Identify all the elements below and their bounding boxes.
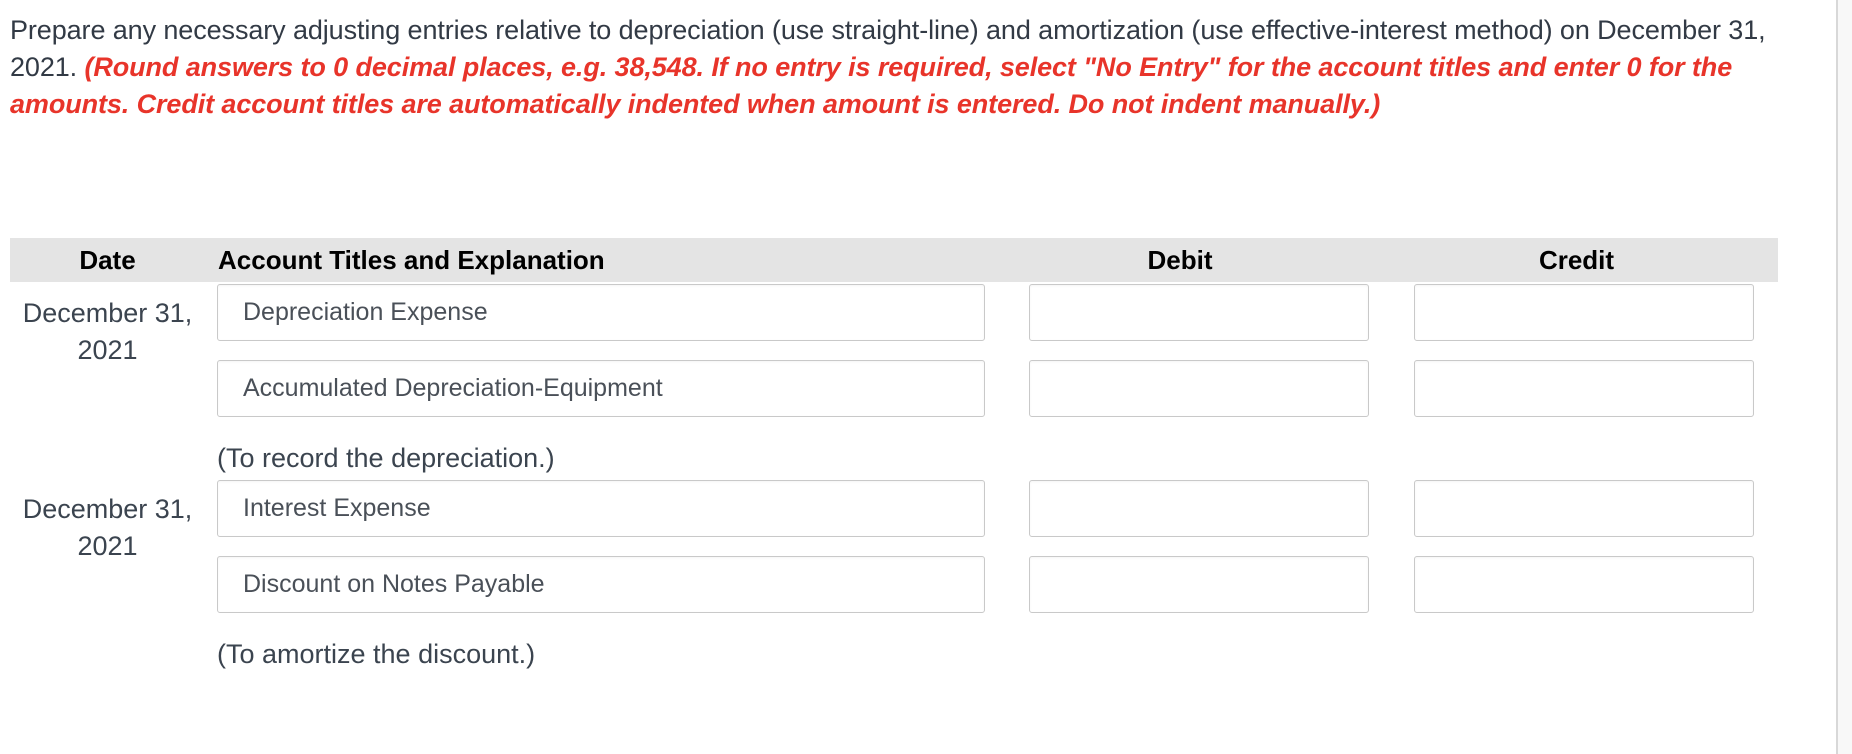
debit-amount-input[interactable] xyxy=(1029,360,1369,417)
table-row: Discount on Notes Payable xyxy=(205,556,1778,613)
table-row: Interest Expense xyxy=(205,480,1778,537)
table-header-row: Date Account Titles and Explanation Debi… xyxy=(10,238,1778,282)
table-row: Accumulated Depreciation-Equipment xyxy=(205,360,1778,417)
column-header-date: Date xyxy=(79,245,136,275)
table-body: December 31, 2021 Depreciation Expense A… xyxy=(10,282,1778,676)
credit-amount-input[interactable] xyxy=(1414,360,1754,417)
entry-lines: Depreciation Expense Accumulated Depreci… xyxy=(205,284,1778,480)
table-row: Depreciation Expense xyxy=(205,284,1778,341)
account-title-input[interactable]: Interest Expense xyxy=(217,480,985,537)
debit-amount-input[interactable] xyxy=(1029,284,1369,341)
debit-amount-input[interactable] xyxy=(1029,556,1369,613)
journal-entry-table: Date Account Titles and Explanation Debi… xyxy=(10,238,1778,676)
journal-entry-block: December 31, 2021 Interest Expense Disco… xyxy=(10,480,1778,676)
entry-date: December 31, 2021 xyxy=(22,494,193,561)
column-header-credit: Credit xyxy=(1538,245,1615,275)
instruction-paragraph: Prepare any necessary adjusting entries … xyxy=(10,12,1810,123)
account-title-input[interactable]: Discount on Notes Payable xyxy=(217,556,985,613)
entry-memo: (To record the depreciation.) xyxy=(217,443,555,473)
column-header-account: Account Titles and Explanation xyxy=(218,245,605,275)
debit-amount-input[interactable] xyxy=(1029,480,1369,537)
vertical-scrollbar[interactable] xyxy=(1838,0,1852,754)
credit-amount-input[interactable] xyxy=(1414,480,1754,537)
credit-amount-input[interactable] xyxy=(1414,284,1754,341)
entry-memo: (To amortize the discount.) xyxy=(217,639,536,669)
instruction-text-emphasis: (Round answers to 0 decimal places, e.g.… xyxy=(10,52,1733,119)
journal-entry-block: December 31, 2021 Depreciation Expense A… xyxy=(10,284,1778,480)
account-title-input[interactable]: Accumulated Depreciation-Equipment xyxy=(217,360,985,417)
account-title-input[interactable]: Depreciation Expense xyxy=(217,284,985,341)
entry-date: December 31, 2021 xyxy=(22,298,193,365)
column-header-debit: Debit xyxy=(1147,245,1213,275)
entry-lines: Interest Expense Discount on Notes Payab… xyxy=(205,480,1778,676)
credit-amount-input[interactable] xyxy=(1414,556,1754,613)
